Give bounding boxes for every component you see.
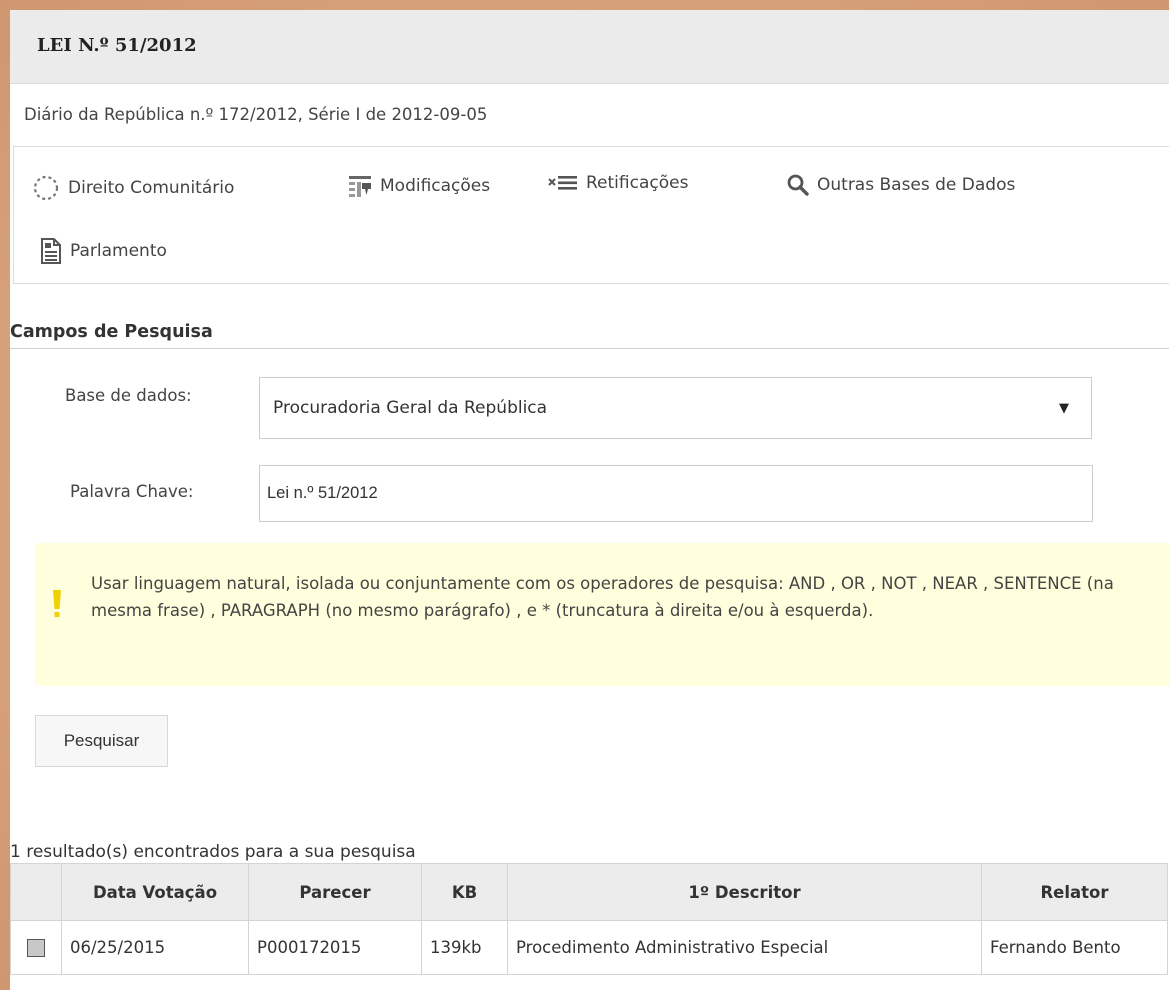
database-selected-value: Procuradoria Geral da República <box>273 398 548 418</box>
table-row: 06/25/2015 P000172015 139kb Procedimento… <box>10 920 1168 975</box>
keyword-value: Lei n.º 51/2012 <box>267 484 378 502</box>
select-column-header <box>10 863 62 921</box>
document-icon <box>39 237 63 265</box>
link-label: Retificações <box>586 173 689 193</box>
diario-reference: Diário da República n.º 172/2012, Série … <box>24 105 488 124</box>
link-parlamento[interactable]: Parlamento <box>39 237 167 265</box>
search-button[interactable]: Pesquisar <box>35 715 168 767</box>
link-outras-bases[interactable]: Outras Bases de Dados <box>786 173 1015 197</box>
title-bar: LEI N.º 51/2012 <box>10 10 1169 84</box>
table-header-row: Data Votação Parecer KB 1º Descritor Rel… <box>10 863 1168 921</box>
results-table: Data Votação Parecer KB 1º Descritor Rel… <box>10 863 1168 975</box>
cell-relator: Fernando Bento <box>981 920 1168 975</box>
column-header-descritor[interactable]: 1º Descritor <box>507 863 982 921</box>
link-modificacoes[interactable]: Modificações <box>347 173 490 199</box>
link-label: Modificações <box>380 176 491 196</box>
page-title: LEI N.º 51/2012 <box>37 35 197 56</box>
list-x-icon <box>547 173 579 193</box>
link-direito-comunitario[interactable]: Direito Comunitário <box>31 173 234 203</box>
results-summary: 1 resultado(s) encontrados para a sua pe… <box>10 842 416 862</box>
dropdown-arrow-icon: ▼ <box>1059 401 1069 416</box>
database-label: Base de dados: <box>65 386 192 405</box>
section-divider <box>10 348 1169 349</box>
column-header-kb[interactable]: KB <box>421 863 508 921</box>
page-frame: LEI N.º 51/2012 Diário da República n.º … <box>10 10 1169 990</box>
row-select-cell <box>10 920 62 975</box>
cell-data: 06/25/2015 <box>61 920 249 975</box>
row-checkbox[interactable] <box>27 939 45 958</box>
column-header-data[interactable]: Data Votação <box>61 863 249 921</box>
link-label: Outras Bases de Dados <box>817 175 1016 195</box>
link-retificacoes[interactable]: Retificações <box>547 173 688 193</box>
search-help-box: Usar linguagem natural, isolada ou conju… <box>35 543 1169 686</box>
related-links-panel: Direito Comunitário Modificações Retific… <box>13 146 1169 284</box>
cell-descritor: Procedimento Administrativo Especial <box>507 920 982 975</box>
keyword-label: Palavra Chave: <box>70 482 194 501</box>
search-section-title: Campos de Pesquisa <box>10 322 213 342</box>
dotted-circle-icon <box>31 173 61 203</box>
link-label: Parlamento <box>70 241 167 261</box>
search-icon <box>786 173 810 197</box>
column-header-relator[interactable]: Relator <box>981 863 1168 921</box>
keyword-input[interactable]: Lei n.º 51/2012 <box>259 465 1093 522</box>
cell-kb: 139kb <box>421 920 508 975</box>
link-label: Direito Comunitário <box>68 178 235 198</box>
search-help-text: Usar linguagem natural, isolada ou conju… <box>91 574 1114 620</box>
column-header-parecer[interactable]: Parecer <box>248 863 422 921</box>
cell-parecer[interactable]: P000172015 <box>248 920 422 975</box>
table-arrow-icon <box>347 173 373 199</box>
database-select[interactable]: Procuradoria Geral da República ▼ <box>259 377 1092 439</box>
exclamation-icon <box>50 589 64 627</box>
